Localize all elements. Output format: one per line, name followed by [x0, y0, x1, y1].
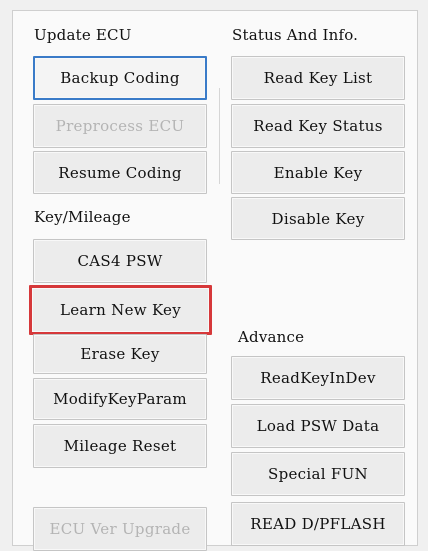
load-psw-data-button[interactable]: Load PSW Data — [231, 404, 405, 448]
read-key-list-button[interactable]: Read Key List — [231, 56, 405, 100]
preprocess-ecu-button[interactable]: Preprocess ECU — [33, 104, 207, 148]
read-d-pflash-button[interactable]: READ D/PFLASH — [231, 502, 405, 546]
learn-new-key-button[interactable]: Learn New Key — [29, 285, 212, 335]
resume-coding-button[interactable]: Resume Coding — [33, 151, 207, 194]
ecu-ver-upgrade-button[interactable]: ECU Ver Upgrade — [33, 507, 207, 551]
section-title-advance: Advance — [238, 328, 305, 346]
section-title-key-mileage: Key/Mileage — [34, 208, 131, 226]
read-key-status-button[interactable]: Read Key Status — [231, 104, 405, 148]
section-title-update-ecu: Update ECU — [34, 26, 132, 44]
backup-coding-button[interactable]: Backup Coding — [33, 56, 207, 100]
enable-key-button[interactable]: Enable Key — [231, 151, 405, 194]
modify-key-param-button[interactable]: ModifyKeyParam — [33, 378, 207, 420]
erase-key-button[interactable]: Erase Key — [33, 334, 207, 374]
disable-key-button[interactable]: Disable Key — [231, 197, 405, 240]
column-divider — [219, 88, 220, 184]
special-fun-button[interactable]: Special FUN — [231, 452, 405, 496]
mileage-reset-button[interactable]: Mileage Reset — [33, 424, 207, 468]
read-key-in-dev-button[interactable]: ReadKeyInDev — [231, 356, 405, 400]
section-title-status-info: Status And Info. — [232, 26, 359, 44]
cas4-psw-button[interactable]: CAS4 PSW — [33, 239, 207, 283]
